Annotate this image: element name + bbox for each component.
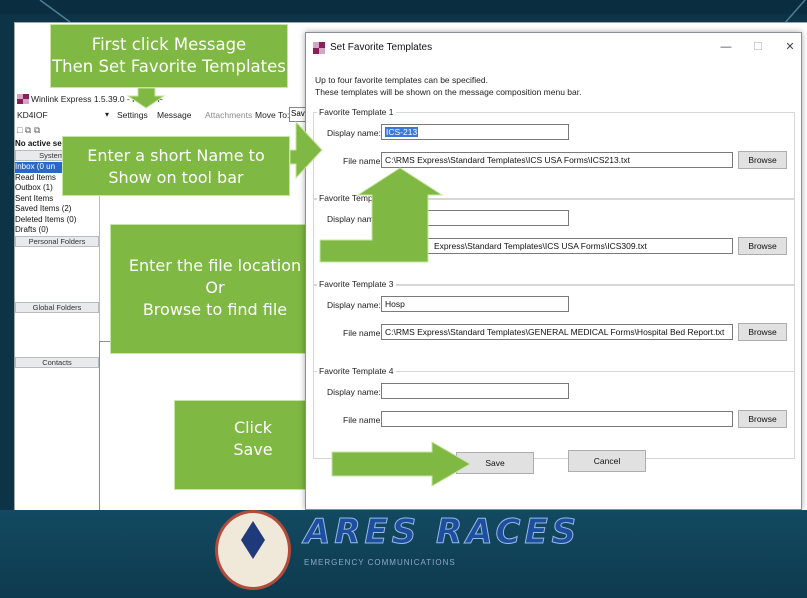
display-name-field-3[interactable]: Hosp (381, 296, 569, 312)
close-icon[interactable]: ✕ (780, 38, 800, 56)
menu-settings[interactable]: Settings (117, 110, 148, 120)
group-label: Favorite Templ (317, 193, 377, 203)
emergency-service-badge (215, 510, 291, 590)
file-name-label: File name: (343, 156, 383, 166)
slide: Winlink Express 1.5.39.0 - KD4IOF KD4IOF… (0, 0, 807, 598)
display-name-label: Display name: (327, 300, 381, 310)
set-favorite-templates-dialog: Set Favorite Templates — ☐ ✕ Up to four … (305, 32, 802, 510)
favorite-template-1-group: Favorite Template 1 Display name: ICS-21… (313, 107, 795, 200)
file-name-field-2[interactable]: Express\Standard Templates\ICS USA Forms… (381, 238, 733, 254)
browse-button-1[interactable]: Browse (738, 151, 787, 169)
maximize-icon[interactable]: ☐ (748, 38, 768, 56)
global-folders-header: Global Folders (15, 302, 99, 313)
callout-enter-name: Enter a short Name to Show on tool bar (62, 136, 290, 196)
display-name-field-1[interactable]: ICS-213 (381, 124, 569, 140)
toolbar-new-icon[interactable]: □ ⧉ ⧉ (17, 125, 40, 136)
file-name-label: File name: (343, 415, 383, 425)
app-icon (313, 42, 325, 54)
callout-first-click: First click Message Then Set Favorite Te… (50, 24, 288, 88)
display-name-label: Display name: (327, 128, 381, 138)
intro-line-1: Up to four favorite templates can be spe… (315, 75, 488, 85)
cancel-button[interactable]: Cancel (568, 450, 646, 472)
folder-drafts[interactable]: Drafts (0) (15, 225, 99, 236)
browse-button-2[interactable]: Browse (738, 237, 787, 255)
favorite-template-4-group: Favorite Template 4 Display name: File n… (313, 366, 795, 459)
browse-button-4[interactable]: Browse (738, 410, 787, 428)
file-name-label: File name: (343, 242, 383, 252)
display-name-label: Display name: (327, 387, 381, 397)
winlink-app-icon (17, 94, 29, 104)
display-name-field-4[interactable] (381, 383, 569, 399)
save-button[interactable]: Save (456, 452, 534, 474)
dialog-title: Set Favorite Templates (330, 42, 433, 53)
display-name-field-2[interactable]: I (381, 210, 569, 226)
group-label: Favorite Template 1 (317, 107, 396, 117)
group-label: Favorite Template 4 (317, 366, 396, 376)
browse-button-3[interactable]: Browse (738, 323, 787, 341)
contacts-header: Contacts (15, 357, 99, 368)
menu-message[interactable]: Message (157, 110, 192, 120)
minimize-icon[interactable]: — (716, 38, 736, 56)
display-name-label: Display name: (327, 214, 381, 224)
menu-attachments[interactable]: Attachments (205, 110, 252, 120)
favorite-template-3-group: Favorite Template 3 Display name: Hosp F… (313, 279, 795, 372)
move-to-label: Move To: (255, 110, 290, 120)
dialog-instructions: Up to four favorite templates can be spe… (315, 74, 581, 98)
file-name-label: File name: (343, 328, 383, 338)
file-name-field-3[interactable]: C:\RMS Express\Standard Templates\GENERA… (381, 324, 733, 340)
intro-line-2: These templates will be shown on the mes… (315, 87, 582, 97)
session-status: No active ses (15, 139, 67, 148)
logo-subtitle: EMERGENCY COMMUNICATIONS (304, 558, 456, 567)
callout-file-location: Enter the file location Or Browse to fin… (110, 224, 320, 354)
winlink-title: Winlink Express 1.5.39.0 - KD4IOF (31, 94, 163, 104)
badge-diamond-icon (241, 521, 265, 559)
dialog-titlebar: Set Favorite Templates — ☐ ✕ (306, 33, 801, 61)
folder-deleted-items[interactable]: Deleted Items (0) (15, 215, 99, 226)
ares-races-logo: ARES RACES (303, 512, 581, 553)
file-name-field-4[interactable] (381, 411, 733, 427)
folder-saved-items[interactable]: Saved Items (2) (15, 204, 99, 215)
pane-separator-vertical (99, 341, 100, 511)
callsign-select[interactable]: KD4IOF (17, 110, 48, 120)
file-name-field-1[interactable]: C:\RMS Express\Standard Templates\ICS US… (381, 152, 733, 168)
chevron-down-icon[interactable]: ▾ (105, 110, 109, 119)
personal-folders-header: Personal Folders (15, 236, 99, 247)
favorite-template-2-group: Favorite Templ Display name: I File name… (313, 193, 795, 286)
group-label: Favorite Template 3 (317, 279, 396, 289)
